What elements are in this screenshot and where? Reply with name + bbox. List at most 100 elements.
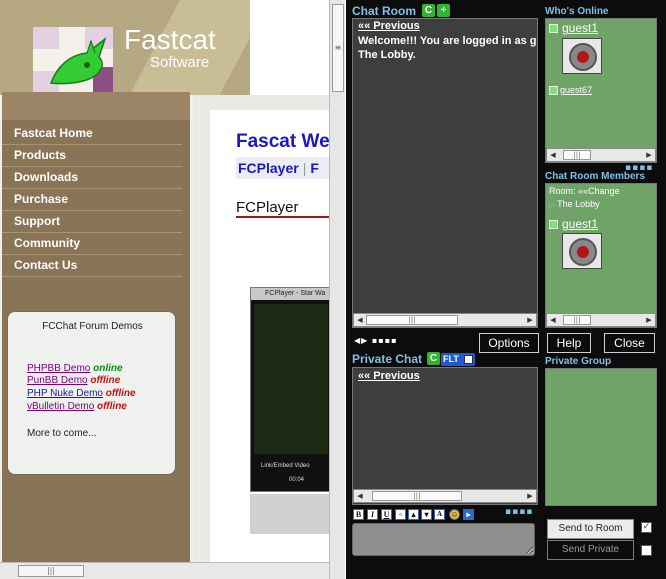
- message-input[interactable]: [352, 523, 535, 556]
- current-room[interactable]: ▷ The Lobby: [549, 199, 600, 209]
- private-previous-link[interactable]: «« Previous: [358, 370, 420, 382]
- scroll-right-icon[interactable]: ▶: [643, 149, 655, 161]
- demo-link-phpbb[interactable]: PHPBB Demo: [27, 363, 90, 374]
- player-reflection: [250, 494, 330, 534]
- user-name[interactable]: guest1: [562, 217, 598, 231]
- font-size-down-icon[interactable]: ▾: [421, 509, 432, 520]
- chat-room-messages[interactable]: [352, 18, 538, 328]
- scroll-left-icon[interactable]: ◀: [547, 314, 559, 326]
- fcplayer-screenshot[interactable]: FCPlayer - Star Wa Link/Embed Video 00:0…: [250, 287, 330, 492]
- online-list-hscroll[interactable]: ◀ ||| ▶: [546, 148, 656, 162]
- player-title-bar: FCPlayer - Star Wa: [251, 288, 330, 300]
- scroll-right-icon[interactable]: ▶: [524, 314, 536, 326]
- site-horizontal-scrollbar[interactable]: |||: [0, 562, 330, 579]
- underline-button[interactable]: U: [381, 509, 392, 520]
- nav-item-community[interactable]: Community: [2, 233, 182, 255]
- nav-item-purchase[interactable]: Purchase: [2, 189, 182, 211]
- private-chat-messages[interactable]: [352, 367, 538, 505]
- online-status-icon: [549, 220, 558, 229]
- close-button[interactable]: Close: [604, 333, 655, 353]
- font-color-icon[interactable]: A: [434, 509, 445, 520]
- scroll-right-icon[interactable]: ▶: [524, 490, 536, 502]
- scrollbar-thumb[interactable]: |||: [563, 315, 591, 325]
- demo-link-vbulletin[interactable]: vBulletin Demo: [27, 401, 94, 412]
- emoticon-icon[interactable]: ☺: [449, 509, 460, 520]
- tab-next[interactable]: F: [310, 160, 319, 176]
- site-vertical-scrollbar[interactable]: ≡: [329, 0, 345, 579]
- demo-status: online: [93, 363, 123, 374]
- options-button[interactable]: Options: [479, 333, 539, 353]
- demo-link-phpnuke[interactable]: PHP Nuke Demo: [27, 388, 103, 399]
- italic-button[interactable]: I: [367, 509, 378, 520]
- welcome-line: Welcome!!! You are logged in as g: [358, 35, 536, 47]
- nav-item-support[interactable]: Support: [2, 211, 182, 233]
- scrollbar-thumb[interactable]: ≡: [332, 4, 344, 92]
- nav-panel-top: [2, 92, 190, 120]
- content-title: Fascat We: [236, 131, 330, 152]
- user-avatar[interactable]: [562, 38, 602, 74]
- content-heading: FCPlayer: [236, 199, 299, 216]
- forum-demos-box: FCChat Forum Demos PHPBB Demo online Pun…: [7, 311, 176, 475]
- user-avatar[interactable]: [562, 233, 602, 269]
- webcam-icon[interactable]: ▸: [463, 509, 474, 520]
- tab-fcplayer[interactable]: FCPlayer: [238, 160, 299, 176]
- nav-item-products[interactable]: Products: [2, 145, 182, 167]
- room-arrow-icon: ▷: [549, 200, 556, 209]
- font-size-up-icon[interactable]: ▴: [408, 509, 419, 520]
- chat-room-members-label: Chat Room Members: [545, 171, 646, 182]
- scroll-left-icon[interactable]: ◀: [354, 490, 366, 502]
- room-name: The Lobby: [557, 199, 600, 209]
- tab-separator: |: [302, 160, 307, 176]
- private-chat-c-button[interactable]: C: [427, 352, 440, 365]
- chat-room-label: Chat Room: [352, 4, 416, 18]
- more-to-come-text: More to come...: [27, 428, 97, 439]
- send-to-room-checkbox[interactable]: ✓: [641, 522, 652, 533]
- resize-arrows-icon[interactable]: ◀▶ ▪▪▪▪: [354, 336, 398, 345]
- font-box-icon[interactable]: ▫: [395, 509, 406, 520]
- scrollbar-thumb[interactable]: |||: [366, 315, 458, 325]
- forum-demos-title: FCChat Forum Demos: [42, 321, 143, 332]
- chat-room-add-button[interactable]: +: [437, 4, 450, 17]
- fastcat-logo[interactable]: [33, 27, 113, 93]
- scroll-left-icon[interactable]: ◀: [547, 149, 559, 161]
- browser-window: Fastcat Software Fastcat Home Products D…: [0, 0, 666, 579]
- previous-link[interactable]: «« Previous: [358, 20, 420, 32]
- chat-room-hscroll[interactable]: ◀ ||| ▶: [353, 313, 537, 327]
- filter-checkbox[interactable]: [464, 355, 473, 364]
- room-prefix: Room:: [549, 186, 576, 196]
- user-name[interactable]: guest67: [560, 85, 592, 95]
- scroll-left-icon[interactable]: ◀: [354, 314, 366, 326]
- nav-item-contact-us[interactable]: Contact Us: [2, 255, 182, 277]
- private-group-list: [545, 368, 657, 506]
- help-button[interactable]: Help: [547, 333, 591, 353]
- player-control-label: Link/Embed Video: [261, 463, 310, 469]
- scrollbar-thumb[interactable]: |||: [563, 150, 591, 160]
- members-hscroll[interactable]: ◀ ||| ▶: [546, 313, 656, 327]
- send-private-checkbox[interactable]: [641, 545, 652, 556]
- demo-row: PHP Nuke Demo offline: [27, 388, 136, 399]
- player-video-area: [254, 304, 328, 454]
- demo-row: PunBB Demo offline: [27, 375, 120, 386]
- send-private-button[interactable]: Send Private: [547, 540, 634, 560]
- demo-row: PHPBB Demo online: [27, 363, 123, 374]
- whos-online-label: Who's Online: [545, 6, 609, 17]
- site-nav: Fastcat Home Products Downloads Purchase…: [2, 123, 182, 277]
- cat-leaf-icon: [49, 37, 107, 85]
- scroll-right-icon[interactable]: ▶: [643, 314, 655, 326]
- site-subtitle: Software: [150, 54, 210, 71]
- nav-item-fastcat-home[interactable]: Fastcat Home: [2, 123, 182, 145]
- send-to-room-button[interactable]: Send to Room: [547, 519, 634, 539]
- demo-link-punbb[interactable]: PunBB Demo: [27, 375, 88, 386]
- header-white-area: [250, 0, 330, 95]
- chat-room-c-button[interactable]: C: [422, 4, 435, 17]
- scrollbar-thumb[interactable]: |||: [18, 565, 84, 577]
- nav-item-downloads[interactable]: Downloads: [2, 167, 182, 189]
- demo-status: offline: [105, 388, 136, 399]
- scrollbar-thumb[interactable]: |||: [372, 491, 462, 501]
- private-chat-hscroll[interactable]: ◀ ||| ▶: [353, 489, 537, 503]
- demo-row: vBulletin Demo offline: [27, 401, 127, 412]
- bold-button[interactable]: B: [353, 509, 364, 520]
- resize-handle-icon[interactable]: ▪▪▪▪: [505, 507, 533, 517]
- change-room-link[interactable]: ««Change: [578, 186, 620, 196]
- user-name[interactable]: guest1: [562, 21, 598, 35]
